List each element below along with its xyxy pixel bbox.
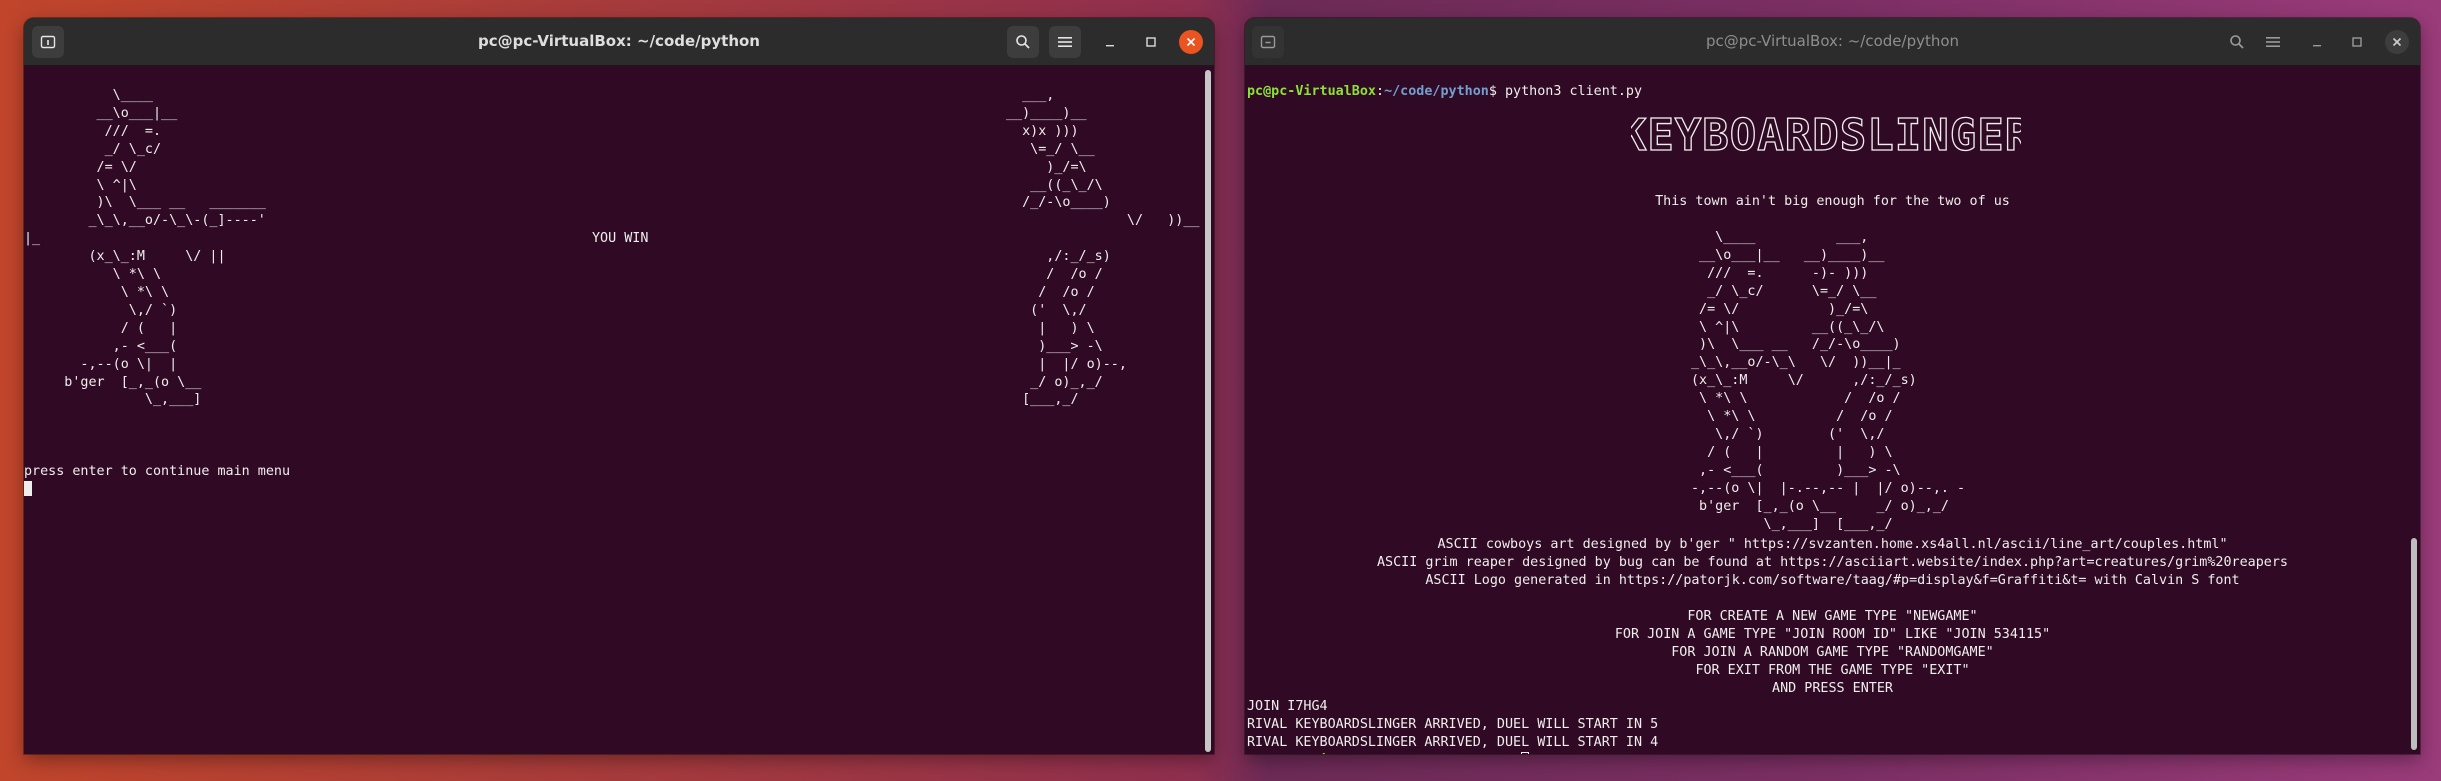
terminal-window-right[interactable]: pc@pc-VirtualBox: ~/code/python pc@pc-Vi… [1245, 18, 2420, 754]
title-bar[interactable]: pc@pc-VirtualBox: ~/code/python [1245, 18, 2420, 66]
command-text: python3 client.py [1496, 84, 1643, 99]
credit-line-2: ASCII grim reaper designed by bug can be… [1377, 555, 2288, 570]
prompt-path: ~/code/python [1384, 84, 1489, 99]
hamburger-menu-icon[interactable] [1049, 26, 1081, 58]
minimize-icon[interactable] [2305, 30, 2329, 54]
menu-line-5: AND PRESS ENTER [1772, 681, 1893, 696]
prompt-user: pc@pc-VirtualBox [1247, 84, 1376, 99]
close-icon[interactable] [2385, 30, 2409, 54]
output-line-3: RIVAL KEYBOARDSLINGER ARRIVED, DUEL WILL… [1247, 735, 1659, 750]
prompt-symbol: $ [1505, 753, 1513, 754]
text-cursor [1521, 752, 1530, 754]
continue-prompt: press enter to continue main menu [24, 464, 291, 479]
menu-line-1: FOR CREATE A NEW GAME TYPE "NEWGAME" [1687, 609, 1978, 624]
terminal-content[interactable]: pc@pc-VirtualBox:~/code/python$ python3 … [1245, 66, 2420, 754]
prompt-user: pc@pc-VirtualBox [1263, 753, 1392, 754]
ascii-cowboy-left: \____ __\o___|__ /// =. _/ \_c/ /= \/ \ … [24, 88, 266, 408]
command-prompt-line: pc@pc-VirtualBox:~/code/python$ python3 … [1247, 84, 1643, 99]
current-prompt-line: ^Zpc@pc-VirtualBox:~/code/python$ [1247, 752, 1530, 754]
credit-line-3: ASCII Logo generated in https://patorjk.… [1425, 573, 2240, 588]
terminal-window-left[interactable]: pc@pc-VirtualBox: ~/code/python \____ __… [24, 18, 1214, 754]
prompt-symbol: $ [1488, 84, 1497, 99]
you-win-text: YOU WIN [592, 231, 649, 246]
title-bar[interactable]: pc@pc-VirtualBox: ~/code/python [24, 18, 1214, 66]
prompt-path: ~/code/python [1400, 753, 1505, 754]
ctrl-z-echo: ^Z [1247, 753, 1263, 754]
menu-line-4: FOR EXIT FROM THE GAME TYPE "EXIT" [1695, 663, 1970, 678]
search-icon[interactable] [1007, 26, 1039, 58]
menu-line-3: FOR JOIN A RANDOM GAME TYPE "RANDOMGAME" [1671, 645, 1994, 660]
keyboardslinger-logo: KEYBOARDSLINGER [1619, 108, 2032, 161]
menu-line-2: FOR JOIN A GAME TYPE "JOIN ROOM ID" LIKE… [1614, 627, 2051, 642]
output-line-1: JOIN I7HG4 [1247, 699, 1328, 714]
text-cursor [24, 481, 32, 499]
ascii-cowboys-art: \____ ___, __\o___|__ __)____)__ /// =. … [1691, 230, 1966, 532]
scrollbar[interactable] [1205, 70, 1211, 752]
close-icon[interactable] [1179, 30, 1203, 54]
logo-text: KEYBOARDSLINGER [1631, 110, 2021, 160]
maximize-icon[interactable] [2345, 30, 2369, 54]
credit-line-1: ASCII cowboys art designed by b'ger " ht… [1437, 537, 2228, 552]
tagline: This town ain't big enough for the two o… [1655, 194, 2010, 209]
hamburger-menu-icon[interactable] [2257, 26, 2289, 58]
search-icon[interactable] [2221, 26, 2253, 58]
minimize-icon[interactable] [1098, 30, 1122, 54]
ascii-cowboy-right: ___, __)____)__ x)x ))) \=_/ \__ )_/=\ _… [1006, 88, 1200, 408]
maximize-icon[interactable] [1139, 30, 1163, 54]
scrollbar[interactable] [2411, 538, 2417, 750]
output-line-2: RIVAL KEYBOARDSLINGER ARRIVED, DUEL WILL… [1247, 717, 1659, 732]
terminal-content[interactable]: \____ __\o___|__ /// =. _/ \_c/ /= \/ \ … [24, 66, 1214, 754]
